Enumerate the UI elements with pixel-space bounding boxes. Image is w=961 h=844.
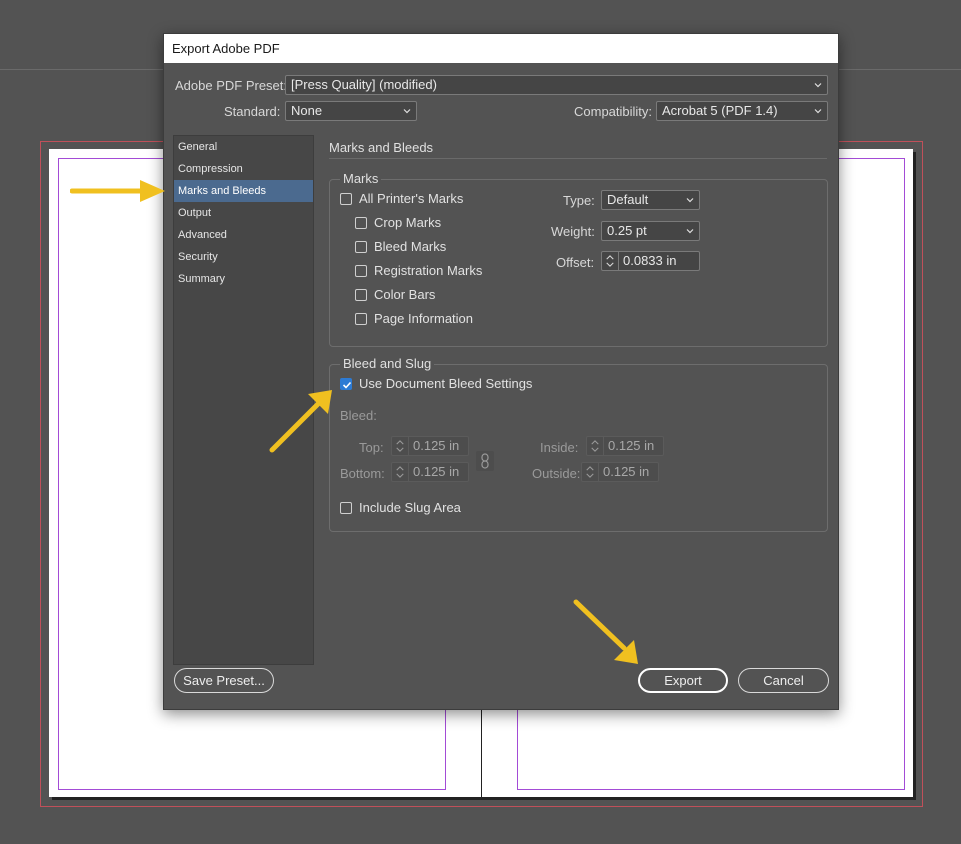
- chevron-down-icon: [814, 83, 822, 88]
- bleed-inside-stepper[interactable]: 0.125 in: [586, 436, 664, 456]
- weight-select[interactable]: 0.25 pt: [601, 221, 700, 241]
- bleed-top-value: 0.125 in: [413, 438, 460, 453]
- bleed-slug-group-title: Bleed and Slug: [340, 356, 435, 371]
- bleed-marks-checkbox[interactable]: Bleed Marks: [355, 239, 446, 254]
- bleed-bottom-value: 0.125 in: [413, 464, 460, 479]
- stepper-arrows-icon[interactable]: [392, 463, 409, 481]
- checkbox-box[interactable]: [355, 216, 367, 229]
- nav-item-advanced[interactable]: Advanced: [174, 224, 313, 246]
- bleed-label: Bleed:: [340, 408, 377, 423]
- app-toolbar: [0, 0, 961, 33]
- type-select[interactable]: Default: [601, 190, 700, 210]
- compatibility-value: Acrobat 5 (PDF 1.4): [662, 103, 778, 118]
- chevron-down-icon: [686, 198, 694, 203]
- dialog-title: Export Adobe PDF: [164, 34, 838, 63]
- compatibility-label: Compatibility:: [574, 104, 653, 119]
- registration-marks-checkbox[interactable]: Registration Marks: [355, 263, 482, 278]
- preset-value: [Press Quality] (modified): [291, 77, 437, 92]
- nav-item-compression[interactable]: Compression: [174, 158, 313, 180]
- bleed-bottom-stepper[interactable]: 0.125 in: [391, 462, 469, 482]
- checkmark-icon: [342, 381, 352, 389]
- preset-select[interactable]: [Press Quality] (modified): [285, 75, 828, 95]
- weight-label: Weight:: [551, 224, 595, 239]
- weight-value: 0.25 pt: [607, 223, 647, 238]
- include-slug-checkbox[interactable]: Include Slug Area: [340, 500, 461, 515]
- crop-marks-label: Crop Marks: [374, 215, 442, 230]
- save-preset-button[interactable]: Save Preset...: [174, 668, 274, 693]
- link-chain-icon[interactable]: [476, 451, 494, 471]
- compatibility-select[interactable]: Acrobat 5 (PDF 1.4): [656, 101, 828, 121]
- page-information-label: Page Information: [374, 311, 474, 326]
- standard-select[interactable]: None: [285, 101, 417, 121]
- color-bars-checkbox[interactable]: Color Bars: [355, 287, 435, 302]
- checkbox-box[interactable]: [340, 501, 352, 514]
- annotation-arrow-icon: [269, 390, 332, 453]
- panel-title: Marks and Bleeds: [329, 140, 434, 155]
- include-slug-label: Include Slug Area: [359, 500, 461, 515]
- stepper-arrows-icon[interactable]: [602, 252, 619, 270]
- offset-label: Offset:: [556, 255, 595, 270]
- crop-marks-checkbox[interactable]: Crop Marks: [355, 215, 441, 230]
- all-printers-marks-checkbox[interactable]: All Printer's Marks: [340, 191, 463, 206]
- chevron-down-icon: [686, 229, 694, 234]
- cancel-button[interactable]: Cancel: [738, 668, 829, 693]
- bleed-marks-label: Bleed Marks: [374, 239, 447, 254]
- registration-marks-label: Registration Marks: [374, 263, 483, 278]
- offset-value: 0.0833 in: [623, 253, 677, 268]
- checkbox-box[interactable]: [355, 288, 367, 301]
- type-value: Default: [607, 192, 649, 207]
- annotation-arrow-icon: [70, 180, 165, 202]
- bleed-inside-value: 0.125 in: [608, 438, 655, 453]
- color-bars-label: Color Bars: [374, 287, 436, 302]
- top-label: Top:: [359, 440, 384, 455]
- checkbox-box[interactable]: [355, 312, 367, 325]
- standard-label: Standard:: [224, 104, 281, 119]
- standard-value: None: [291, 103, 323, 118]
- bleed-top-stepper[interactable]: 0.125 in: [391, 436, 469, 456]
- annotation-arrow-icon: [573, 599, 638, 664]
- checkbox-box[interactable]: [355, 264, 367, 277]
- outside-label: Outside:: [532, 466, 581, 481]
- use-document-bleed-checkbox[interactable]: Use Document Bleed Settings: [340, 376, 532, 391]
- export-pdf-dialog: Export Adobe PDF Adobe PDF Preset: [Pres…: [163, 33, 839, 710]
- nav-item-output[interactable]: Output: [174, 202, 313, 224]
- export-button[interactable]: Export: [638, 668, 728, 693]
- checkbox-box-checked[interactable]: [340, 377, 352, 390]
- bleed-outside-stepper[interactable]: 0.125 in: [581, 462, 659, 482]
- checkbox-box[interactable]: [340, 192, 352, 205]
- marks-group-title: Marks: [340, 171, 382, 186]
- nav-item-marks-and-bleeds[interactable]: Marks and Bleeds: [174, 180, 313, 202]
- page-information-checkbox[interactable]: Page Information: [355, 311, 473, 326]
- stepper-arrows-icon[interactable]: [392, 437, 409, 455]
- chevron-down-icon: [814, 109, 822, 114]
- bleed-outside-value: 0.125 in: [603, 464, 650, 479]
- stepper-arrows-icon[interactable]: [587, 437, 604, 455]
- panel-divider: [329, 158, 827, 159]
- checkbox-box[interactable]: [355, 240, 367, 253]
- use-document-bleed-label: Use Document Bleed Settings: [359, 376, 533, 391]
- chevron-down-icon: [403, 109, 411, 114]
- all-printers-marks-label: All Printer's Marks: [359, 191, 464, 206]
- nav-item-general[interactable]: General: [174, 136, 313, 158]
- inside-label: Inside:: [540, 440, 579, 455]
- nav-item-summary[interactable]: Summary: [174, 268, 313, 290]
- type-label: Type:: [563, 193, 595, 208]
- preset-label: Adobe PDF Preset:: [175, 78, 287, 93]
- stepper-arrows-icon[interactable]: [582, 463, 599, 481]
- bottom-label: Bottom:: [340, 466, 385, 481]
- nav-item-security[interactable]: Security: [174, 246, 313, 268]
- offset-stepper[interactable]: 0.0833 in: [601, 251, 700, 271]
